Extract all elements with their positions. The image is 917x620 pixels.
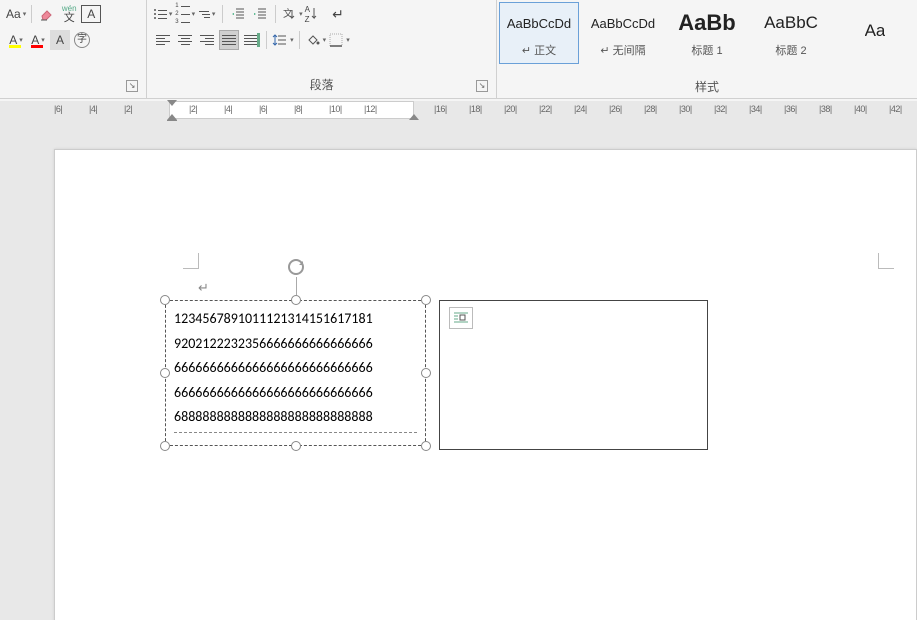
phonetic-guide-button[interactable]: wén 文 (59, 4, 79, 24)
document-area: ↵ 12345678910111213141516171819202122232… (0, 121, 917, 620)
paragraph-group-label: 段落 ↘ (153, 76, 490, 96)
ruler[interactable]: |6||4||2||2||4||6||8||10||12||16||18||20… (0, 101, 917, 123)
change-case-button[interactable]: Aa▾ (6, 4, 26, 24)
borders-icon (328, 32, 344, 48)
sort-arrow-icon (310, 6, 326, 22)
multilevel-icon (199, 11, 210, 18)
character-border-button[interactable]: A (81, 5, 101, 23)
font-color-button[interactable]: A ▾ (28, 30, 48, 50)
resize-handle-s[interactable] (291, 441, 301, 451)
ribbon: Aa▾ wén 文 A A ▾ (0, 0, 917, 99)
align-center-button[interactable] (175, 30, 195, 50)
line-spacing-button[interactable]: ▾ (272, 30, 294, 50)
bullets-button[interactable]: ▾ (153, 4, 173, 24)
resize-handle-ne[interactable] (421, 295, 431, 305)
justify-icon (222, 33, 236, 47)
resize-handle-w[interactable] (160, 368, 170, 378)
text-direction-button[interactable]: 文 ▾ (281, 4, 303, 24)
character-shading-button[interactable]: A (50, 30, 70, 50)
line-spacing-icon (272, 32, 288, 48)
distribute-icon (244, 33, 258, 47)
resize-handle-e[interactable] (421, 368, 431, 378)
textbox-line: 6666666666666666666666666666 (174, 356, 417, 381)
decrease-indent-button[interactable] (228, 4, 248, 24)
show-marks-button[interactable]: ↵ (328, 4, 348, 24)
clear-formatting-button[interactable] (37, 4, 57, 24)
text-direction-icon: 文 (281, 6, 297, 22)
font-group: Aa▾ wén 文 A A ▾ (0, 0, 147, 98)
font-dialog-launcher[interactable]: ↘ (126, 80, 138, 92)
highlight-button[interactable]: A ▾ (6, 30, 26, 50)
bullets-icon (154, 9, 167, 19)
page[interactable]: ↵ 12345678910111213141516171819202122232… (54, 149, 917, 620)
numbering-button[interactable]: 123 ▾ (175, 4, 195, 24)
first-line-indent-marker[interactable] (167, 100, 177, 106)
resize-handle-nw[interactable] (160, 295, 170, 305)
rotate-connector (296, 277, 297, 295)
resize-handle-sw[interactable] (160, 441, 170, 451)
style-item-0[interactable]: AaBbCcDd↵ 正文 (499, 2, 579, 64)
indent-icon (252, 6, 268, 22)
styles-group: AaBbCcDd↵ 正文AaBbCcDd↵ 无间隔AaBb标题 1AaBbC标题… (497, 0, 917, 98)
align-right-button[interactable] (197, 30, 217, 50)
borders-button[interactable]: ▾ (328, 30, 350, 50)
textbox-line: 6666666666666666666666666666 (174, 381, 417, 406)
style-item-1[interactable]: AaBbCcDd↵ 无间隔 (583, 2, 663, 64)
margin-corner-tl (183, 253, 199, 269)
numbering-icon: 123 (175, 3, 189, 25)
margin-corner-tr (878, 253, 894, 269)
textbox-line: 1234567891011121314151617181 (174, 307, 417, 332)
shading-button[interactable]: ▾ (305, 30, 327, 50)
styles-gallery[interactable]: AaBbCcDd↵ 正文AaBbCcDd↵ 无间隔AaBb标题 1AaBbC标题… (497, 0, 917, 70)
table-box[interactable] (439, 300, 708, 450)
resize-handle-se[interactable] (421, 441, 431, 451)
styles-group-label: 样式 (497, 78, 917, 98)
paint-bucket-icon (305, 32, 321, 48)
distribute-button[interactable] (241, 30, 261, 50)
style-item-4[interactable]: Aa (835, 2, 915, 64)
paragraph-dialog-launcher[interactable]: ↘ (476, 80, 488, 92)
resize-handle-n[interactable] (291, 295, 301, 305)
enclosed-char-button[interactable]: 字 (72, 30, 92, 50)
justify-button[interactable] (219, 30, 239, 50)
align-left-icon (156, 33, 170, 47)
text-box[interactable]: 1234567891011121314151617181920212223235… (165, 300, 426, 446)
style-item-3[interactable]: AaBbC标题 2 (751, 2, 831, 64)
right-indent-marker[interactable] (409, 114, 419, 120)
align-right-icon (200, 33, 214, 47)
paragraph-mark: ↵ (198, 280, 209, 296)
paragraph-group: ▾ 123 ▾ ▾ 文 (147, 0, 497, 98)
multilevel-list-button[interactable]: ▾ (197, 4, 217, 24)
layout-options-button[interactable] (449, 307, 473, 329)
rotate-icon (286, 257, 306, 277)
eraser-icon (39, 6, 55, 22)
font-group-label: ↘ (6, 93, 140, 96)
align-center-icon (178, 33, 192, 47)
textbox-line: 9202122232356666666666666666 (174, 332, 417, 357)
outdent-icon (230, 6, 246, 22)
align-left-button[interactable] (153, 30, 173, 50)
textbox-line: 6888888888888888888888888888 (174, 405, 417, 430)
rotate-handle[interactable] (286, 257, 306, 277)
layout-options-icon (453, 311, 469, 325)
increase-indent-button[interactable] (250, 4, 270, 24)
sort-button[interactable]: AZ (305, 4, 326, 24)
style-item-2[interactable]: AaBb标题 1 (667, 2, 747, 64)
